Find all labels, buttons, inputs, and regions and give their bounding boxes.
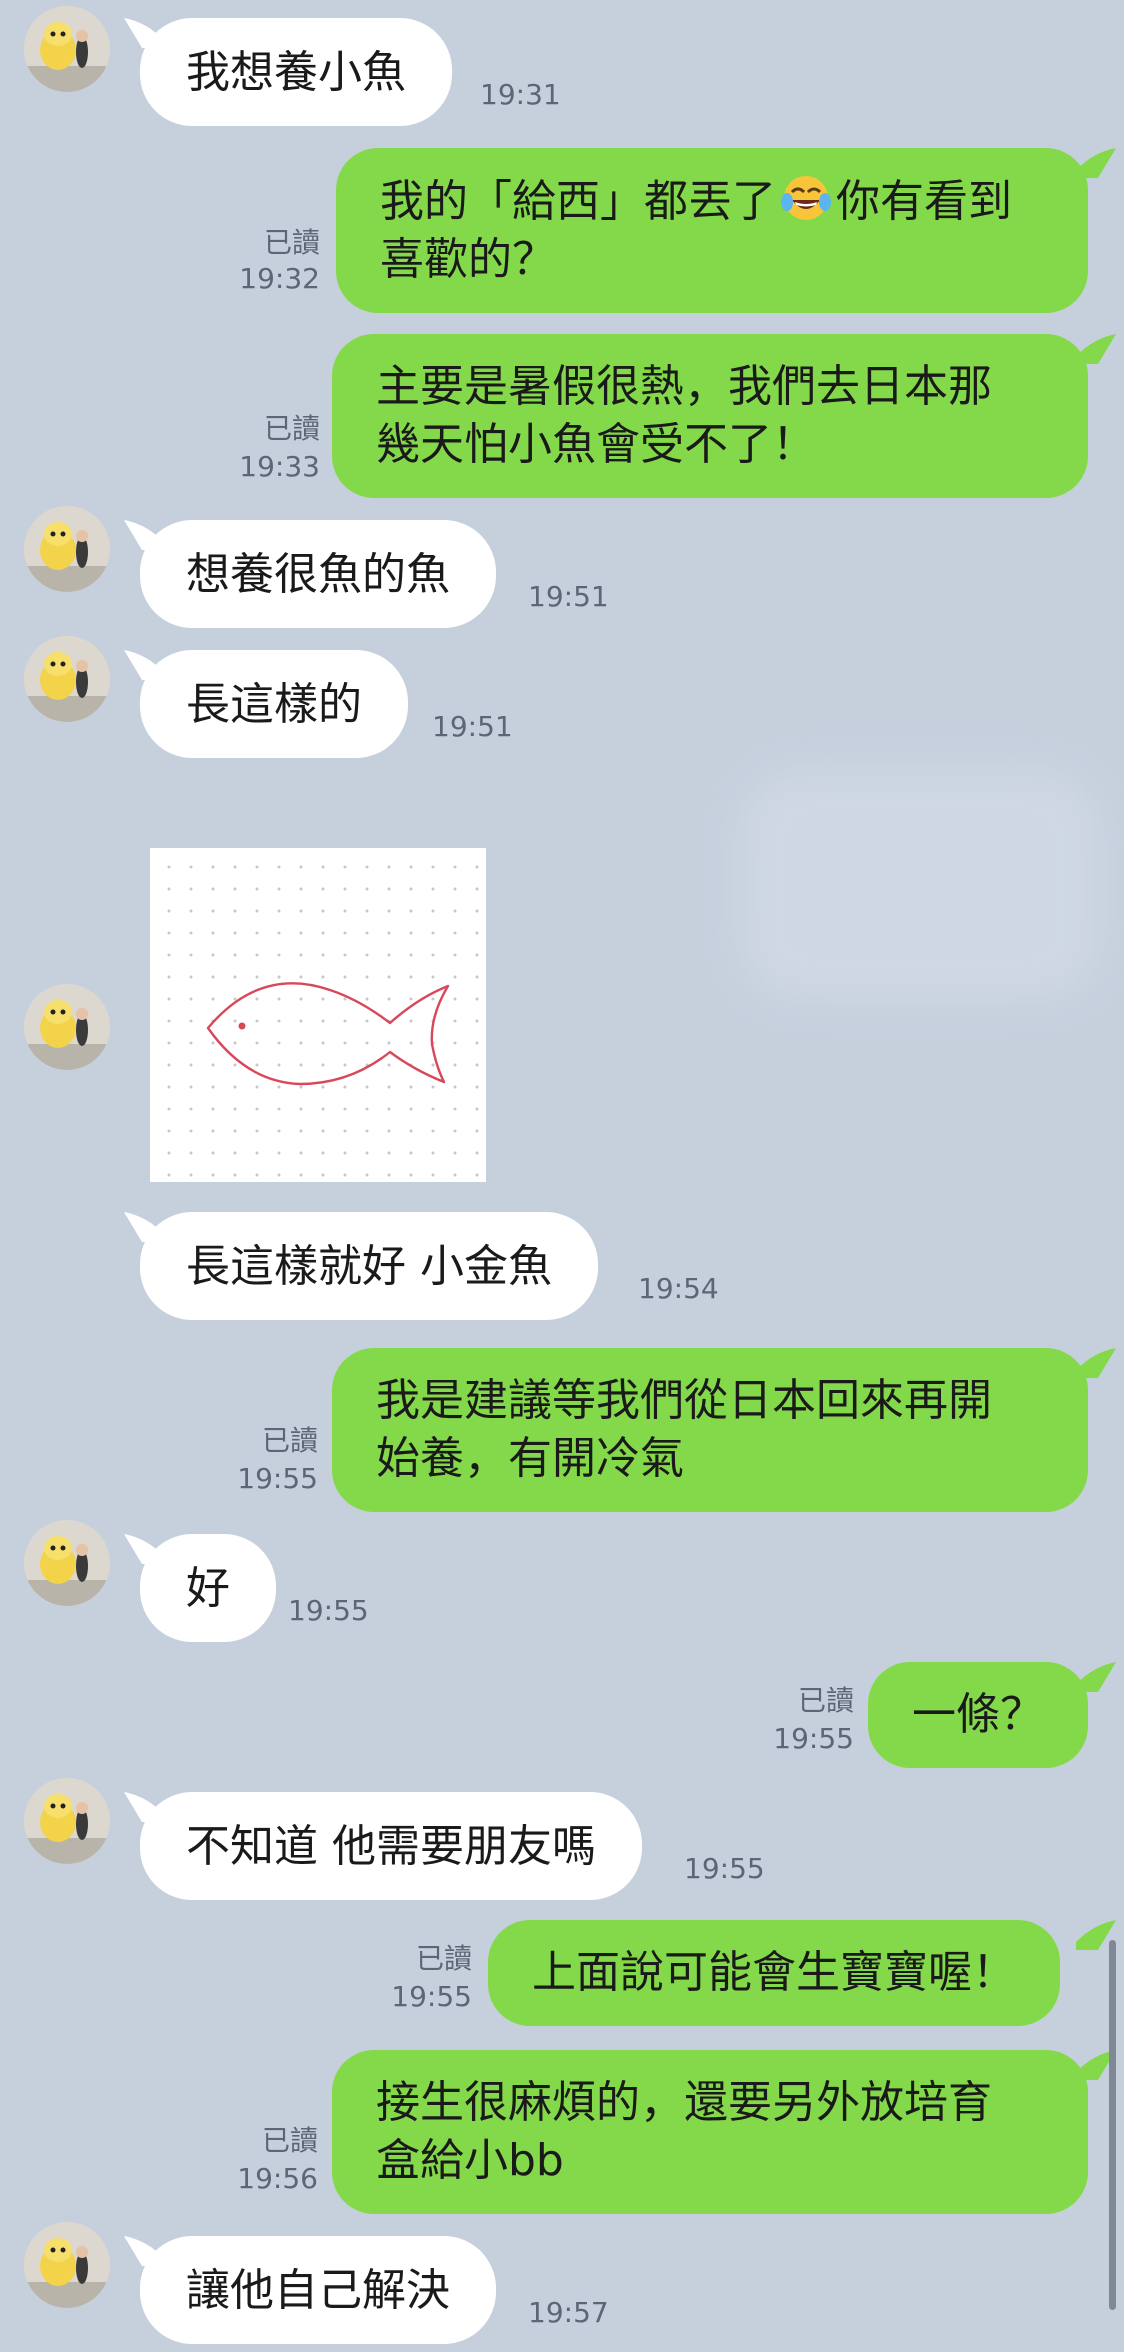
message-time: 19:33 <box>239 450 320 483</box>
read-receipt: 已讀 <box>261 1424 318 1457</box>
message-time: 19:57 <box>528 2296 609 2329</box>
incoming-message-bubble[interactable]: 不知道 他需要朋友嗎 <box>140 1792 642 1900</box>
fish-drawing-icon <box>206 982 450 1086</box>
incoming-message-bubble[interactable]: 我想養小魚 <box>140 18 452 126</box>
incoming-message-bubble[interactable]: 想養很魚的魚 <box>140 520 496 628</box>
incoming-message-bubble[interactable]: 讓他自己解決 <box>140 2236 496 2344</box>
message-time: 19:55 <box>391 1980 472 2013</box>
bubble-tail <box>1076 1348 1116 1378</box>
message-time: 19:32 <box>239 262 320 295</box>
message-time: 19:55 <box>684 1852 765 1885</box>
message-time: 19:51 <box>432 710 513 743</box>
background-blur <box>740 770 1100 1000</box>
bubble-tail <box>1076 1662 1116 1692</box>
fish-drawing-image[interactable] <box>150 848 486 1182</box>
outgoing-message-bubble[interactable]: 我的「給西」都丟了 你有看到喜歡的？ <box>336 148 1088 313</box>
message-text: 你有看到 <box>836 176 1012 227</box>
message-time: 19:55 <box>237 1462 318 1495</box>
scrollbar[interactable] <box>1109 1940 1116 2310</box>
face-with-tears-of-joy-icon <box>781 176 831 220</box>
read-receipt: 已讀 <box>261 2124 318 2157</box>
message-text: 我的「給西」都丟了 <box>380 176 776 227</box>
message-time: 19:55 <box>773 1722 854 1755</box>
message-time: 19:54 <box>638 1272 719 1305</box>
message-time: 19:56 <box>237 2162 318 2195</box>
message-time: 19:55 <box>288 1594 369 1627</box>
friend-avatar[interactable] <box>24 1778 110 1864</box>
friend-avatar[interactable] <box>24 6 110 92</box>
bubble-tail <box>1076 334 1116 364</box>
read-receipt: 已讀 <box>797 1684 854 1717</box>
friend-avatar[interactable] <box>24 984 110 1070</box>
friend-avatar[interactable] <box>24 636 110 722</box>
message-time: 19:31 <box>480 78 561 111</box>
bubble-tail <box>1076 148 1116 178</box>
incoming-message-bubble[interactable]: 長這樣的 <box>140 650 408 758</box>
outgoing-message-bubble[interactable]: 一條？ <box>868 1662 1088 1768</box>
incoming-message-bubble[interactable]: 長這樣就好 小金魚 <box>140 1212 598 1320</box>
outgoing-message-bubble[interactable]: 上面說可能會生寶寶喔！ <box>488 1920 1060 2026</box>
friend-avatar[interactable] <box>24 2222 110 2308</box>
read-receipt: 已讀 <box>263 226 320 259</box>
outgoing-message-bubble[interactable]: 我是建議等我們從日本回來再開 始養，有開冷氣 <box>332 1348 1088 1512</box>
friend-avatar[interactable] <box>24 506 110 592</box>
read-receipt: 已讀 <box>263 412 320 445</box>
incoming-message-bubble[interactable]: 好 <box>140 1534 276 1642</box>
friend-avatar[interactable] <box>24 1520 110 1606</box>
outgoing-message-bubble[interactable]: 接生很麻煩的，還要另外放培育 盒給小bb <box>332 2050 1088 2214</box>
read-receipt: 已讀 <box>415 1942 472 1975</box>
outgoing-message-bubble[interactable]: 主要是暑假很熱，我們去日本那 幾天怕小魚會受不了！ <box>332 334 1088 498</box>
message-text: 喜歡的？ <box>380 234 556 285</box>
message-time: 19:51 <box>528 580 609 613</box>
